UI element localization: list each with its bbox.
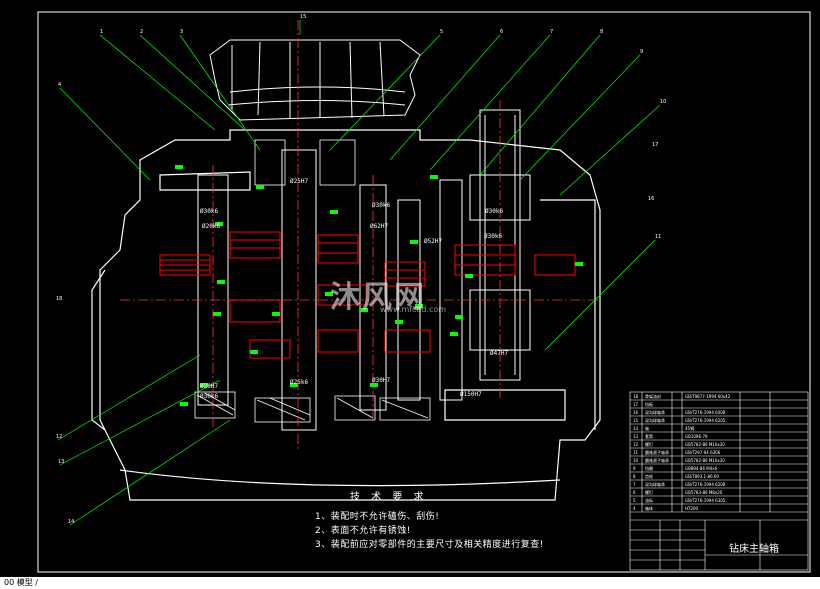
dimension-label: Ø25H7 xyxy=(290,178,308,185)
part-callout: 8 xyxy=(600,29,603,35)
svg-text:圆锥滚子轴承: 圆锥滚子轴承 xyxy=(645,449,669,455)
dimension-label: Ø52H7 xyxy=(424,238,442,245)
svg-text:GB/T276-1994 6008: GB/T276-1994 6008 xyxy=(685,410,726,415)
watermark-url: www.mfcad.com xyxy=(380,305,447,314)
tech-requirement-2: 2、表面不允许有锈蚀! xyxy=(315,526,411,536)
svg-text:15: 15 xyxy=(633,418,639,423)
svg-text:深沟球轴承: 深沟球轴承 xyxy=(645,481,665,487)
svg-text:4: 4 xyxy=(633,506,636,511)
svg-text:5: 5 xyxy=(633,498,636,503)
svg-text:油标: 油标 xyxy=(645,497,653,503)
svg-text:8: 8 xyxy=(633,474,636,479)
svg-text:GB5782-86 M10x30: GB5782-86 M10x30 xyxy=(685,442,725,447)
svg-text:16: 16 xyxy=(633,410,639,415)
svg-text:14: 14 xyxy=(633,426,639,431)
part-callout: 15 xyxy=(300,14,306,20)
part-callout: 10 xyxy=(660,99,666,105)
svg-text:13: 13 xyxy=(633,434,639,439)
svg-text:10: 10 xyxy=(633,458,639,463)
part-callout: 5 xyxy=(440,29,443,35)
dimension-label: Ø30k6 xyxy=(372,202,390,209)
tech-requirement-1: 1、装配时不允许磕伤、刮伤! xyxy=(315,512,440,522)
dimension-label: Ø20k6 xyxy=(202,223,220,230)
svg-text:GB1096-79: GB1096-79 xyxy=(685,434,708,439)
part-callout: 6 xyxy=(500,29,503,35)
dimension-label: Ø30k6 xyxy=(485,208,503,215)
svg-text:18: 18 xyxy=(633,394,639,399)
svg-text:挡板: 挡板 xyxy=(645,401,653,407)
svg-text:螺钉: 螺钉 xyxy=(645,489,653,495)
dimension-label: Ø47H7 xyxy=(490,350,508,357)
dimension-label: Ø150H7 xyxy=(460,391,482,398)
svg-text:套筒: 套筒 xyxy=(645,433,653,439)
svg-text:GB894-86 M4x6: GB894-86 M4x6 xyxy=(685,466,718,471)
svg-text:骨架油封: 骨架油封 xyxy=(645,393,661,399)
tech-requirements-title: 技 术 要 求 xyxy=(350,492,428,503)
drawing-title: 钻床主轴箱 xyxy=(729,544,779,555)
svg-text:12: 12 xyxy=(633,442,639,447)
part-callout: 4 xyxy=(58,82,61,88)
svg-text:GB/T276-1994 6208: GB/T276-1994 6208 xyxy=(685,482,726,487)
svg-text:HT200: HT200 xyxy=(685,506,699,511)
svg-text:GB5783-86 M8x20: GB5783-86 M8x20 xyxy=(685,490,723,495)
svg-text:9: 9 xyxy=(633,466,636,471)
part-callout: 18 xyxy=(56,296,62,302)
part-callout: 3 xyxy=(180,29,183,35)
part-callout: 11 xyxy=(655,234,661,240)
svg-text:GB/T893.1-86 60: GB/T893.1-86 60 xyxy=(685,474,719,479)
dimension-label: Ø30H7 xyxy=(372,377,390,384)
pulley xyxy=(209,39,421,121)
svg-text:6: 6 xyxy=(633,490,636,495)
svg-text:7: 7 xyxy=(633,482,636,487)
status-bar: 00 模型 / xyxy=(0,577,820,589)
svg-text:GB/T9877-1994 60x42: GB/T9877-1994 60x42 xyxy=(685,394,731,399)
svg-text:GB/T276-1994 6305: GB/T276-1994 6305 xyxy=(685,498,726,503)
part-callout: 14 xyxy=(68,519,74,525)
part-callout: 7 xyxy=(550,29,553,35)
svg-text:轴: 轴 xyxy=(645,425,649,431)
part-callout: 2 xyxy=(140,29,143,35)
svg-text:齿轮: 齿轮 xyxy=(645,473,653,479)
status-text: 00 模型 / xyxy=(4,578,38,587)
svg-text:挡圈: 挡圈 xyxy=(645,465,653,471)
tech-requirement-3: 3、装配前应对零部件的主要尺寸及相关精度进行复查! xyxy=(315,540,544,550)
part-callout: 17 xyxy=(652,142,658,148)
dimension-label: Ø25k6 xyxy=(290,379,308,386)
svg-text:箱体: 箱体 xyxy=(645,505,653,511)
svg-text:45钢: 45钢 xyxy=(685,425,694,431)
dimension-label: Ø30k6 xyxy=(200,393,218,400)
part-callout: 1 xyxy=(100,29,103,35)
svg-text:深沟球轴承: 深沟球轴承 xyxy=(645,409,665,415)
svg-text:深沟球轴承: 深沟球轴承 xyxy=(645,417,665,423)
svg-text:GB/T297-94 6306: GB/T297-94 6306 xyxy=(685,450,721,455)
svg-text:11: 11 xyxy=(633,450,639,455)
part-callout: 13 xyxy=(58,459,64,465)
svg-text:螺钉: 螺钉 xyxy=(645,441,653,447)
dimension-label: Ø20H7 xyxy=(200,383,218,390)
dimension-label: Ø30k6 xyxy=(200,208,218,215)
dimension-label: Ø30k6 xyxy=(484,233,502,240)
svg-text:GB/T276-1994 6205: GB/T276-1994 6205 xyxy=(685,418,726,423)
part-callout: 12 xyxy=(56,434,62,440)
svg-text:圆锥滚子轴承: 圆锥滚子轴承 xyxy=(645,457,669,463)
part-callout: 16 xyxy=(648,196,654,202)
svg-text:17: 17 xyxy=(633,402,639,407)
svg-text:GB5782-86 M10x30: GB5782-86 M10x30 xyxy=(685,458,725,463)
part-callout: 9 xyxy=(640,49,643,55)
dimension-label: Ø62H7 xyxy=(370,223,388,230)
